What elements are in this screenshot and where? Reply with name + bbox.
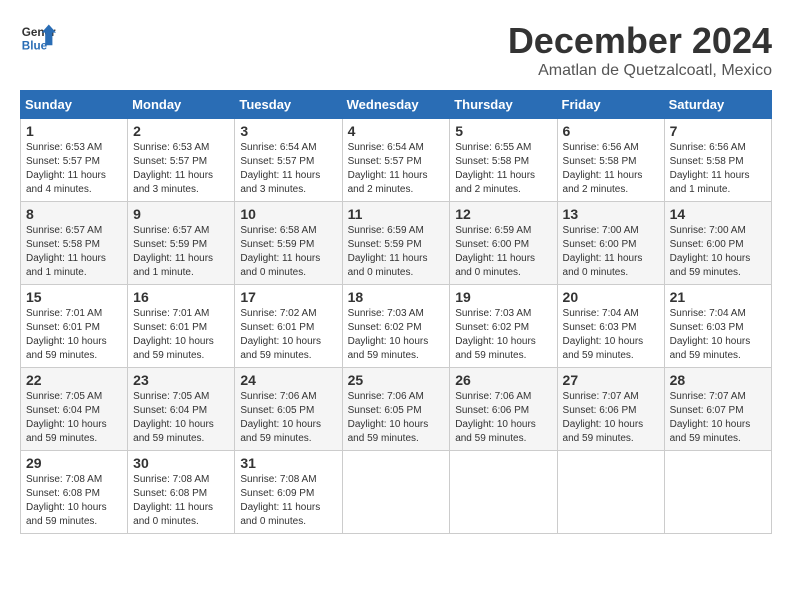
location-subtitle: Amatlan de Quetzalcoatl, Mexico xyxy=(508,62,772,80)
calendar-cell-24: 24Sunrise: 7:06 AMSunset: 6:05 PMDayligh… xyxy=(235,368,342,451)
calendar-cell-26: 26Sunrise: 7:06 AMSunset: 6:06 PMDayligh… xyxy=(450,368,557,451)
calendar-cell-empty xyxy=(450,451,557,534)
calendar-cell-31: 31Sunrise: 7:08 AMSunset: 6:09 PMDayligh… xyxy=(235,451,342,534)
col-wednesday: Wednesday xyxy=(342,91,450,119)
col-saturday: Saturday xyxy=(664,91,771,119)
calendar-cell-19: 19Sunrise: 7:03 AMSunset: 6:02 PMDayligh… xyxy=(450,285,557,368)
title-area: December 2024 Amatlan de Quetzalcoatl, M… xyxy=(508,20,772,80)
calendar-week-1: 1Sunrise: 6:53 AMSunset: 5:57 PMDaylight… xyxy=(21,119,772,202)
calendar-cell-8: 8Sunrise: 6:57 AMSunset: 5:58 PMDaylight… xyxy=(21,202,128,285)
logo: General Blue xyxy=(20,20,56,56)
calendar-cell-empty xyxy=(342,451,450,534)
calendar-cell-5: 5Sunrise: 6:55 AMSunset: 5:58 PMDaylight… xyxy=(450,119,557,202)
calendar-cell-27: 27Sunrise: 7:07 AMSunset: 6:06 PMDayligh… xyxy=(557,368,664,451)
calendar-week-5: 29Sunrise: 7:08 AMSunset: 6:08 PMDayligh… xyxy=(21,451,772,534)
col-thursday: Thursday xyxy=(450,91,557,119)
calendar-cell-21: 21Sunrise: 7:04 AMSunset: 6:03 PMDayligh… xyxy=(664,285,771,368)
calendar-cell-2: 2Sunrise: 6:53 AMSunset: 5:57 PMDaylight… xyxy=(128,119,235,202)
calendar-cell-29: 29Sunrise: 7:08 AMSunset: 6:08 PMDayligh… xyxy=(21,451,128,534)
calendar-cell-14: 14Sunrise: 7:00 AMSunset: 6:00 PMDayligh… xyxy=(664,202,771,285)
calendar-cell-6: 6Sunrise: 6:56 AMSunset: 5:58 PMDaylight… xyxy=(557,119,664,202)
calendar-week-2: 8Sunrise: 6:57 AMSunset: 5:58 PMDaylight… xyxy=(21,202,772,285)
calendar-cell-11: 11Sunrise: 6:59 AMSunset: 5:59 PMDayligh… xyxy=(342,202,450,285)
calendar-cell-9: 9Sunrise: 6:57 AMSunset: 5:59 PMDaylight… xyxy=(128,202,235,285)
calendar-cell-empty xyxy=(557,451,664,534)
calendar-cell-3: 3Sunrise: 6:54 AMSunset: 5:57 PMDaylight… xyxy=(235,119,342,202)
calendar-cell-4: 4Sunrise: 6:54 AMSunset: 5:57 PMDaylight… xyxy=(342,119,450,202)
calendar-cell-23: 23Sunrise: 7:05 AMSunset: 6:04 PMDayligh… xyxy=(128,368,235,451)
calendar-cell-empty xyxy=(664,451,771,534)
col-sunday: Sunday xyxy=(21,91,128,119)
calendar-cell-16: 16Sunrise: 7:01 AMSunset: 6:01 PMDayligh… xyxy=(128,285,235,368)
calendar-cell-15: 15Sunrise: 7:01 AMSunset: 6:01 PMDayligh… xyxy=(21,285,128,368)
calendar-cell-30: 30Sunrise: 7:08 AMSunset: 6:08 PMDayligh… xyxy=(128,451,235,534)
calendar-cell-13: 13Sunrise: 7:00 AMSunset: 6:00 PMDayligh… xyxy=(557,202,664,285)
calendar-cell-18: 18Sunrise: 7:03 AMSunset: 6:02 PMDayligh… xyxy=(342,285,450,368)
calendar-cell-22: 22Sunrise: 7:05 AMSunset: 6:04 PMDayligh… xyxy=(21,368,128,451)
svg-text:Blue: Blue xyxy=(22,40,48,53)
calendar-cell-10: 10Sunrise: 6:58 AMSunset: 5:59 PMDayligh… xyxy=(235,202,342,285)
col-monday: Monday xyxy=(128,91,235,119)
calendar-cell-7: 7Sunrise: 6:56 AMSunset: 5:58 PMDaylight… xyxy=(664,119,771,202)
calendar-week-3: 15Sunrise: 7:01 AMSunset: 6:01 PMDayligh… xyxy=(21,285,772,368)
logo-icon: General Blue xyxy=(20,20,56,56)
calendar-cell-25: 25Sunrise: 7:06 AMSunset: 6:05 PMDayligh… xyxy=(342,368,450,451)
calendar-table: Sunday Monday Tuesday Wednesday Thursday… xyxy=(20,90,772,534)
col-tuesday: Tuesday xyxy=(235,91,342,119)
calendar-header-row: Sunday Monday Tuesday Wednesday Thursday… xyxy=(21,91,772,119)
calendar-cell-1: 1Sunrise: 6:53 AMSunset: 5:57 PMDaylight… xyxy=(21,119,128,202)
calendar-cell-12: 12Sunrise: 6:59 AMSunset: 6:00 PMDayligh… xyxy=(450,202,557,285)
col-friday: Friday xyxy=(557,91,664,119)
page-header: General Blue December 2024 Amatlan de Qu… xyxy=(20,20,772,80)
calendar-cell-17: 17Sunrise: 7:02 AMSunset: 6:01 PMDayligh… xyxy=(235,285,342,368)
calendar-cell-28: 28Sunrise: 7:07 AMSunset: 6:07 PMDayligh… xyxy=(664,368,771,451)
calendar-week-4: 22Sunrise: 7:05 AMSunset: 6:04 PMDayligh… xyxy=(21,368,772,451)
month-title: December 2024 xyxy=(508,20,772,62)
calendar-cell-20: 20Sunrise: 7:04 AMSunset: 6:03 PMDayligh… xyxy=(557,285,664,368)
